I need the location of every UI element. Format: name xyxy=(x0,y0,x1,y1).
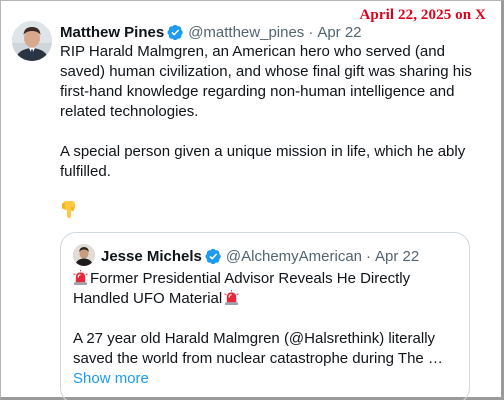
tweet-paragraph: A special person given a unique mission … xyxy=(60,143,466,180)
quote-avatar-image xyxy=(73,244,95,266)
quote-author-handle[interactable]: @AlchemyAmerican xyxy=(226,247,362,266)
police-light-icon xyxy=(224,290,239,305)
quote-headline-line: Former Presidential Advisor Reveals He D… xyxy=(73,269,463,309)
quote-header: Jesse Michels @AlchemyAmerican · Apr 22 xyxy=(101,247,419,266)
quote-text: Former Presidential Advisor Reveals He D… xyxy=(73,269,463,389)
author-name[interactable]: Matthew Pines xyxy=(60,23,164,42)
date-stamp: April 22, 2025 on X xyxy=(359,7,486,23)
quote-body: A 27 year old Harald Malmgren (@Halsreth… xyxy=(73,330,443,367)
quote-headline: Former Presidential Advisor Reveals He D… xyxy=(73,270,411,307)
verified-badge-icon xyxy=(205,248,221,265)
separator-dot: · xyxy=(366,248,372,265)
author-handle[interactable]: @matthew_pines xyxy=(188,23,304,42)
separator-dot: · xyxy=(308,24,314,41)
verified-badge-icon xyxy=(167,24,183,41)
avatar[interactable] xyxy=(12,21,52,61)
quote-date[interactable]: Apr 22 xyxy=(375,247,419,266)
quote-paragraph: A 27 year old Harald Malmgren (@Halsreth… xyxy=(73,329,463,389)
tweet-header: Matthew Pines @matthew_pines · Apr 22 xyxy=(60,23,362,42)
backhand-index-pointing-down-icon xyxy=(62,201,75,218)
avatar-image xyxy=(12,21,52,61)
tweet-text: RIP Harald Malmgren, an American hero wh… xyxy=(60,42,480,182)
quoted-tweet-card[interactable]: Jesse Michels @AlchemyAmerican · Apr 22 … xyxy=(60,232,470,400)
tweet-date[interactable]: Apr 22 xyxy=(317,23,361,42)
show-more-link[interactable]: Show more xyxy=(73,369,463,389)
quote-author-name[interactable]: Jesse Michels xyxy=(101,247,202,266)
police-light-icon xyxy=(73,270,88,285)
tweet-paragraph: RIP Harald Malmgren, an American hero wh… xyxy=(60,43,472,120)
quote-avatar[interactable] xyxy=(73,244,95,266)
